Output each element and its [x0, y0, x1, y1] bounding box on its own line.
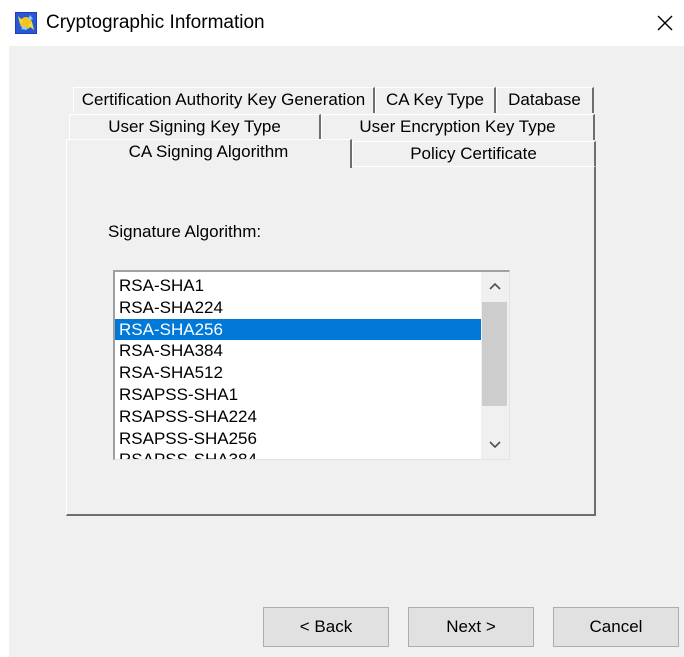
chevron-up-icon	[489, 282, 501, 290]
algorithm-list-item[interactable]: RSA-SHA1	[115, 275, 481, 297]
scroll-down-button[interactable]	[481, 431, 509, 459]
tab-ca-signing-algorithm[interactable]: CA Signing Algorithm	[66, 139, 352, 168]
cancel-button[interactable]: Cancel	[553, 607, 679, 647]
tab-ca-key-type[interactable]: CA Key Type	[375, 87, 496, 113]
listbox-scrollbar[interactable]	[481, 272, 509, 459]
algorithm-list-item[interactable]: RSAPSS-SHA256	[115, 428, 481, 450]
signature-algorithm-listbox[interactable]: RSA-SHA1 RSA-SHA224 RSA-SHA256 RSA-SHA384 RS…	[113, 270, 510, 460]
algorithm-list-item[interactable]: RSAPSS-SHA1	[115, 384, 481, 406]
tab-user-signing-key-type[interactable]: User Signing Key Type	[69, 114, 321, 140]
algorithm-list-item[interactable]: RSA-SHA256	[115, 318, 481, 341]
next-button[interactable]: Next >	[408, 607, 534, 647]
signature-algorithm-label: Signature Algorithm:	[108, 222, 262, 241]
title-bar: Cryptographic Information	[0, 0, 684, 46]
scroll-thumb[interactable]	[482, 302, 507, 406]
tab-database[interactable]: Database	[496, 87, 594, 113]
algorithm-list-item[interactable]: RSA-SHA512	[115, 362, 481, 384]
algorithm-list-item[interactable]: RSAPSS-SHA384	[115, 449, 481, 459]
tab-policy-certificate[interactable]: Policy Certificate	[352, 141, 596, 167]
algorithm-list-item[interactable]: RSA-SHA224	[115, 297, 481, 319]
tab-certification-authority-key-generation[interactable]: Certification Authority Key Generation	[73, 87, 375, 113]
cryptographic-information-window: Cryptographic Information Certification …	[0, 0, 684, 657]
app-icon	[15, 12, 37, 34]
back-button[interactable]: < Back	[263, 607, 389, 647]
algorithm-list: RSA-SHA1 RSA-SHA224 RSA-SHA256 RSA-SHA384 RS…	[115, 275, 481, 459]
chevron-down-icon	[489, 441, 501, 449]
algorithm-list-item[interactable]: RSAPSS-SHA224	[115, 406, 481, 428]
scroll-up-button[interactable]	[481, 272, 509, 300]
window-title: Cryptographic Information	[46, 12, 265, 33]
algorithm-list-item[interactable]: RSA-SHA384	[115, 340, 481, 362]
tab-user-encryption-key-type[interactable]: User Encryption Key Type	[321, 114, 595, 140]
close-icon[interactable]	[652, 10, 678, 36]
